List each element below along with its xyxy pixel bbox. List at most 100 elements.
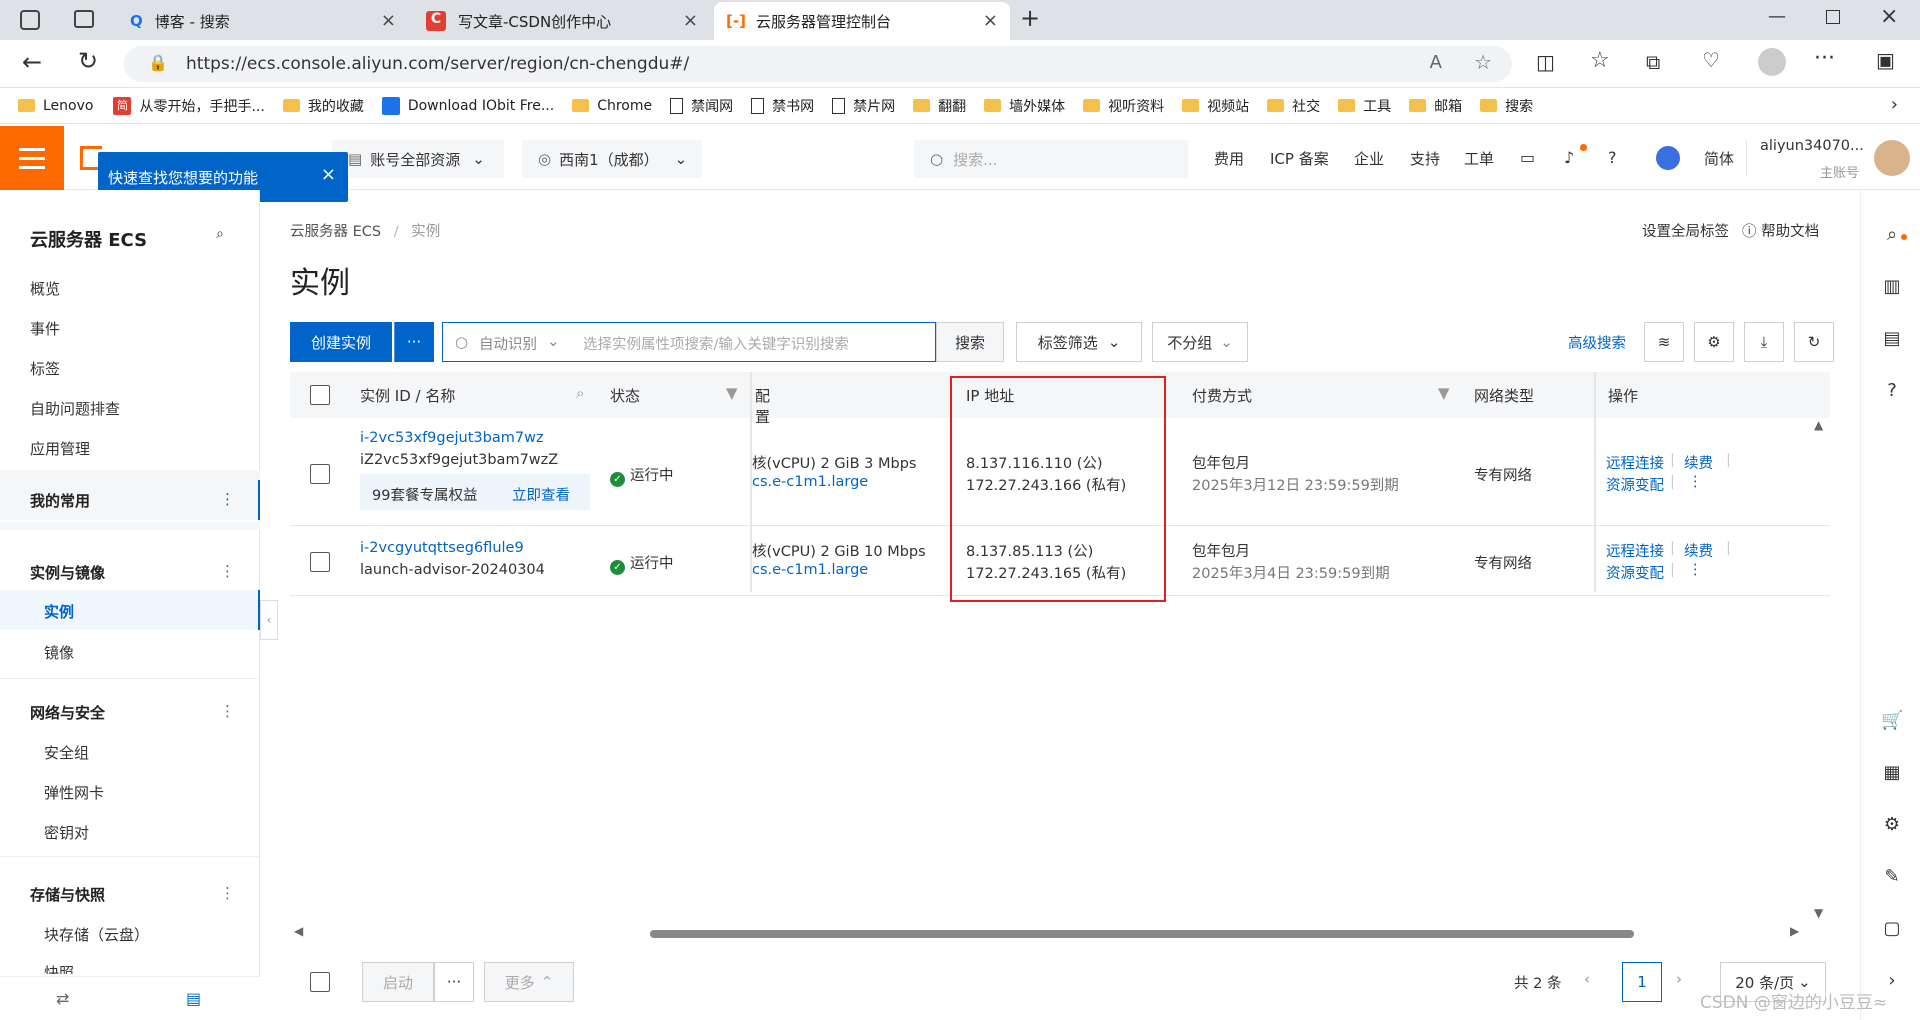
language-switch[interactable]: 简体: [1704, 148, 1734, 169]
bookmark-item[interactable]: 简从零开始，手把手...: [113, 96, 265, 116]
more-icon[interactable]: ⋮: [220, 490, 235, 508]
split-screen-icon[interactable]: ◫: [1536, 50, 1555, 74]
cart-icon[interactable]: 🛒: [1881, 710, 1903, 732]
favorites-icon[interactable]: ☆: [1590, 48, 1610, 73]
page-number[interactable]: 1: [1622, 962, 1662, 1002]
bookmark-item[interactable]: Chrome: [572, 98, 652, 114]
filter-icon[interactable]: ▼: [726, 384, 738, 402]
sidebar-toggle-icon[interactable]: ▣: [1876, 48, 1895, 72]
bookmark-item[interactable]: 翻翻: [913, 96, 966, 116]
minimize-icon[interactable]: —: [1768, 6, 1786, 27]
account-resources-dropdown[interactable]: ▤ 账号全部资源 ⌄: [332, 140, 504, 178]
workspaces-icon[interactable]: [20, 10, 40, 30]
sidebar-item-keypair[interactable]: 密钥对: [44, 822, 89, 843]
resize-link[interactable]: 资源变配: [1606, 474, 1664, 495]
chat-icon[interactable]: ▢: [1881, 918, 1903, 940]
bookmark-item[interactable]: 禁闻网: [670, 96, 733, 116]
sidebar-item-events[interactable]: 事件: [30, 318, 60, 339]
sidebar-item-images[interactable]: 镜像: [44, 642, 74, 663]
bookmark-item[interactable]: 禁书网: [751, 96, 814, 116]
more-menu-icon[interactable]: ···: [1814, 46, 1835, 71]
instance-id-link[interactable]: i-2vcgyutqttseg6flule9: [360, 540, 524, 556]
search-button[interactable]: 搜索: [936, 322, 1004, 362]
refresh-icon[interactable]: ↻: [78, 47, 98, 75]
settings-icon[interactable]: ⚙: [1881, 814, 1903, 836]
sidebar-item-troubleshoot[interactable]: 自助问题排查: [30, 398, 120, 419]
more-icon[interactable]: ⋮: [220, 562, 235, 580]
close-tab-icon[interactable]: ×: [381, 10, 396, 31]
terminal-icon[interactable]: ▭: [1520, 148, 1535, 167]
sidebar-item-block-storage[interactable]: 块存储（云盘）: [44, 924, 149, 945]
collections-icon[interactable]: ⧉: [1646, 50, 1660, 74]
bell-icon[interactable]: ♪: [1564, 148, 1574, 167]
search-icon[interactable]: ⌕: [576, 384, 584, 402]
tab-blog-search[interactable]: Q 博客 - 搜索 ×: [118, 2, 408, 40]
avatar[interactable]: [1874, 140, 1910, 176]
resize-link[interactable]: 资源变配: [1606, 562, 1664, 583]
bookmark-item[interactable]: 视听资料: [1083, 96, 1164, 116]
bookmark-item[interactable]: 视频站: [1182, 96, 1249, 116]
more-menu-dropdown[interactable]: 更多 ⌃: [484, 962, 574, 1002]
sidebar-group-network[interactable]: 网络与安全: [30, 702, 105, 723]
book-icon[interactable]: ▥: [1881, 276, 1903, 298]
instance-type-link[interactable]: cs.e-c1m1.large: [752, 474, 868, 490]
prev-page-icon[interactable]: ‹: [1584, 970, 1590, 988]
global-search-input[interactable]: ○ 搜索...: [914, 140, 1188, 178]
global-tags-link[interactable]: 设置全局标签: [1642, 220, 1729, 241]
help-icon[interactable]: ?: [1881, 380, 1903, 402]
bookmark-item[interactable]: 我的收藏: [282, 96, 364, 116]
bookmark-item[interactable]: 邮箱: [1409, 96, 1462, 116]
start-button[interactable]: 启动: [362, 962, 434, 1002]
username[interactable]: aliyun34070...: [1760, 138, 1864, 154]
search-icon[interactable]: ⌕: [216, 226, 224, 242]
create-more-button[interactable]: ···: [394, 322, 434, 362]
sidebar-item-snapshots[interactable]: 快照: [44, 962, 74, 974]
nav-support[interactable]: 支持: [1410, 148, 1440, 169]
download-icon[interactable]: ⤓: [1744, 322, 1784, 362]
close-tab-icon[interactable]: ×: [683, 10, 698, 31]
promo-link[interactable]: 立即查看: [512, 484, 570, 505]
maximize-icon[interactable]: [1826, 10, 1840, 24]
swap-icon[interactable]: ⇄: [56, 989, 69, 1008]
chevron-right-icon[interactable]: ›: [1891, 94, 1898, 115]
renew-link[interactable]: 续费: [1684, 452, 1713, 473]
scroll-up-icon[interactable]: ▲: [1814, 418, 1823, 432]
edit-icon[interactable]: ✎: [1881, 866, 1903, 888]
footer-select-checkbox[interactable]: [310, 972, 330, 992]
filter-icon[interactable]: ▼: [1438, 384, 1450, 402]
bookmark-item[interactable]: 社交: [1267, 96, 1320, 116]
remote-connect-link[interactable]: 远程连接: [1606, 452, 1664, 473]
help-icon[interactable]: ?: [1608, 148, 1617, 167]
more-actions-icon[interactable]: ⋮: [1688, 474, 1703, 490]
close-window-icon[interactable]: ×: [1880, 4, 1898, 29]
sidebar-item-security-group[interactable]: 安全组: [44, 742, 89, 763]
notes-icon[interactable]: ▤: [1881, 328, 1903, 350]
bookmark-item[interactable]: 禁片网: [832, 96, 895, 116]
select-all-checkbox[interactable]: [310, 385, 330, 405]
nav-billing[interactable]: 费用: [1214, 148, 1244, 169]
menu-icon[interactable]: [0, 126, 64, 190]
close-tab-icon[interactable]: ×: [983, 10, 998, 31]
sidebar-item-overview[interactable]: 概览: [30, 278, 60, 299]
tab-actions-icon[interactable]: [74, 10, 94, 28]
more-icon[interactable]: ⋮: [220, 884, 235, 902]
help-docs-link[interactable]: ⓘ 帮助文档: [1742, 220, 1819, 241]
favorite-star-icon[interactable]: ☆: [1474, 50, 1492, 74]
row-checkbox[interactable]: [310, 464, 330, 484]
bookmark-item[interactable]: Download IObit Fre...: [381, 96, 554, 115]
instance-type-link[interactable]: cs.e-c1m1.large: [752, 562, 868, 578]
refresh-icon[interactable]: ↻: [1794, 322, 1834, 362]
sidebar-group-instances[interactable]: 实例与镜像: [30, 562, 105, 583]
nav-icp[interactable]: ICP 备案: [1270, 148, 1329, 169]
instance-id-link[interactable]: i-2vc53xf9gejut3bam7wz: [360, 430, 544, 446]
assistant-icon[interactable]: [1656, 146, 1680, 170]
bookmark-item[interactable]: Lenovo: [18, 98, 93, 114]
advanced-search-link[interactable]: 高级搜索: [1568, 332, 1626, 353]
scroll-right-icon[interactable]: ▶: [1790, 924, 1799, 938]
sidebar-favorites[interactable]: 我的常用 ⋮: [0, 480, 260, 520]
sidebar-item-eni[interactable]: 弹性网卡: [44, 782, 104, 803]
collapse-sidebar-handle[interactable]: ‹: [260, 600, 278, 640]
sidebar-item-tags[interactable]: 标签: [30, 358, 60, 379]
renew-link[interactable]: 续费: [1684, 540, 1713, 561]
more-icon[interactable]: ⋮: [220, 702, 235, 720]
